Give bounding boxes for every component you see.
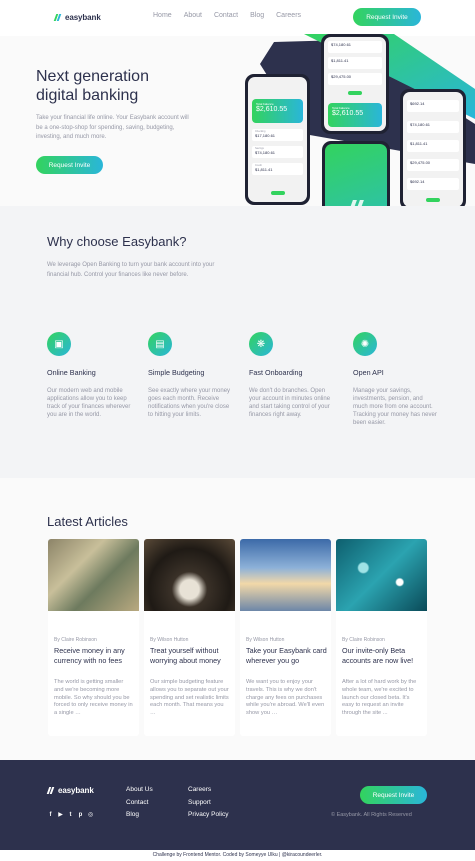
nav-home[interactable]: Home [153,12,172,19]
hero-request-invite-button[interactable]: Request Invite [36,156,103,174]
twitter-icon[interactable]: t [67,811,74,818]
feature-text: Our modern web and mobile applications a… [47,388,131,418]
article-card[interactable]: By Wilson Hutton Take your Easybank card… [240,539,331,736]
logo-icon [53,14,62,21]
nav-careers[interactable]: Careers [276,12,301,19]
feature-title: Open API [353,368,384,377]
site-footer [0,760,475,850]
api-icon: ✺ [353,332,377,356]
social-links: f ▶ t p ◎ [47,811,94,819]
article-author: By Wilson Hutton [150,637,189,643]
header-request-invite-button[interactable]: Request Invite [353,8,421,26]
article-card[interactable]: By Wilson Hutton Treat yourself without … [144,539,235,736]
currency-notes-image [48,539,139,611]
article-author: By Claire Robinson [54,637,97,643]
footer-link-about[interactable]: About Us [126,784,153,797]
article-excerpt: The world is getting smaller and we're b… [54,679,133,717]
footer-links-col1: About Us Contact Blog [126,784,153,822]
footer-link-careers[interactable]: Careers [188,784,228,797]
hero-text: Take your financial life online. Your Ea… [36,115,189,140]
online-banking-icon: ▣ [47,332,71,356]
instagram-icon[interactable]: ◎ [87,811,94,818]
pinterest-icon[interactable]: p [77,811,84,818]
article-excerpt: After a lot of hard work by the whole te… [342,679,417,717]
article-excerpt: Our simple budgeting feature allows you … [150,679,229,717]
feature-title: Online Banking [47,368,96,377]
article-excerpt: We want you to enjoy your travels. This … [246,679,325,717]
site-header: easybank Home About Contact Blog Careers… [0,0,475,36]
footer-logo[interactable]: easybank [46,786,94,795]
footer-link-contact[interactable]: Contact [126,797,153,810]
why-title: Why choose Easybank? [47,234,187,249]
article-title[interactable]: Our invite-only Beta accounts are now li… [342,646,423,665]
footer-request-invite-button[interactable]: Request Invite [360,786,427,804]
footer-link-support[interactable]: Support [188,797,228,810]
nav-about[interactable]: About [184,12,202,19]
article-author: By Wilson Hutton [246,637,285,643]
airplane-image [240,539,331,611]
footer-link-blog[interactable]: Blog [126,809,153,822]
feature-title: Simple Budgeting [148,368,205,377]
articles-title: Latest Articles [47,514,128,529]
nav-contact[interactable]: Contact [214,12,238,19]
facebook-icon[interactable]: f [47,811,54,818]
feature-text: Manage your savings, investments, pensio… [353,388,437,426]
footer-links-col2: Careers Support Privacy Policy [188,784,228,822]
feature-online-banking: ▣ Online Banking Our modern web and mobi… [47,332,132,419]
feature-title: Fast Onboarding [249,368,303,377]
feature-text: We don't do branches. Open your account … [249,388,331,418]
nav-blog[interactable]: Blog [250,12,264,19]
onboarding-icon: ❋ [249,332,273,356]
feature-simple-budgeting: ▤ Simple Budgeting See exactly where you… [148,332,233,419]
confetti-image [336,539,427,611]
copyright-text: © Easybank. All Rights Reserved [331,812,412,818]
article-author: By Claire Robinson [342,637,385,643]
footer-link-privacy[interactable]: Privacy Policy [188,809,228,822]
feature-text: See exactly where your money goes each m… [148,388,231,418]
article-title[interactable]: Receive money in any currency with no fe… [54,646,135,665]
feature-fast-onboarding: ❋ Fast Onboarding We don't do branches. … [249,332,334,419]
main-nav: Home About Contact Blog Careers [153,12,301,19]
article-title[interactable]: Take your Easybank card wherever you go [246,646,327,665]
article-title[interactable]: Treat yourself without worrying about mo… [150,646,231,665]
phone-mockup: Total balance $2,610.55 Checking $17,180.6… [245,74,310,205]
youtube-icon[interactable]: ▶ [57,811,64,818]
phone-mockup: $74,180.61 $1,811.41 $29,475.00 Total ba… [321,34,389,134]
attribution-text: Challenge by Frontend Mentor. Coded by S… [0,850,475,861]
article-card[interactable]: By Claire Robinson Receive money in any … [48,539,139,736]
logo-text: easybank [65,13,101,22]
phone-mockup: $692.14 $74,180.61 $1,811.41 $29,475.00 … [400,89,466,210]
hero-title: Next generation digital banking [36,68,149,104]
article-card[interactable]: By Claire Robinson Our invite-only Beta … [336,539,427,736]
logo-icon [46,787,55,794]
logo-text: easybank [58,786,94,795]
budgeting-icon: ▤ [148,332,172,356]
brand-logo[interactable]: easybank [53,13,101,22]
feature-open-api: ✺ Open API Manage your savings, investme… [353,332,438,427]
restaurant-image [144,539,235,611]
why-text: We leverage Open Banking to turn your ba… [47,262,215,278]
